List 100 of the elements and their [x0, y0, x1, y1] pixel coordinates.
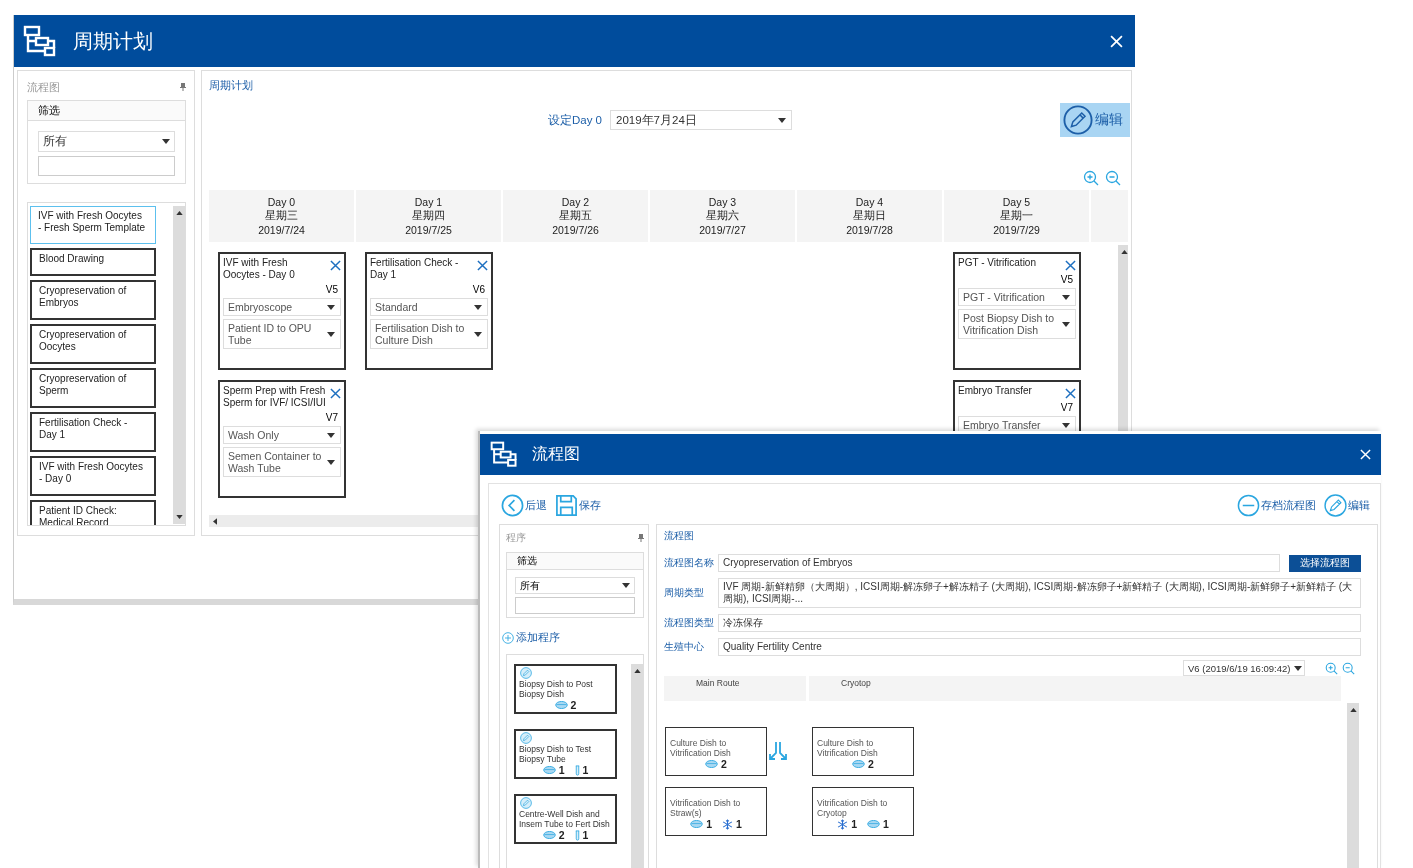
- step-card[interactable]: Culture Dish to Vitrification Dish 2: [665, 727, 767, 776]
- caret-icon: [474, 331, 482, 337]
- split-arrow-icon: [768, 740, 788, 761]
- caret-icon: [778, 117, 786, 123]
- step-select[interactable]: Semen Container to Wash Tube: [223, 447, 341, 477]
- list-item[interactable]: Cryopreservation of Oocytes: [30, 324, 156, 364]
- list-item[interactable]: IVF with Fresh Oocytes - Fresh Sperm Template: [30, 206, 156, 244]
- scrollbar[interactable]: [173, 206, 185, 524]
- count-value: 2: [570, 699, 577, 711]
- dish-icon: [867, 820, 880, 828]
- filter-select[interactable]: 所有: [38, 131, 175, 152]
- date-select[interactable]: 2019年7月24日: [610, 110, 792, 130]
- list-item[interactable]: IVF with Fresh Oocytes - Day 0: [30, 456, 156, 496]
- archive-button[interactable]: 存档流程图: [1237, 493, 1316, 517]
- day-label: Day 2: [561, 196, 590, 208]
- text-field[interactable]: Cryopreservation of Embryos: [718, 554, 1280, 572]
- version-label: V7: [324, 412, 339, 423]
- scroll-down-icon[interactable]: [175, 515, 183, 519]
- day-label: Day 1: [414, 196, 443, 208]
- scroll-up-icon[interactable]: [175, 211, 183, 215]
- step-label: Culture Dish to Vitrification Dish: [817, 738, 879, 758]
- search-field[interactable]: [515, 597, 635, 614]
- zoom-in-icon[interactable]: [1325, 661, 1338, 675]
- step-select[interactable]: Patient ID to OPU Tube: [223, 319, 341, 349]
- version-select[interactable]: V6 (2019/6/19 16:09:42): [1183, 660, 1305, 676]
- program-card[interactable]: Biopsy Dish to Test Biopsy Tube 1 1: [514, 729, 617, 779]
- count-value: 1: [851, 818, 857, 830]
- card-title: PGT - Vitrification: [958, 257, 1036, 269]
- save-button[interactable]: 保存: [555, 493, 601, 517]
- filter-title: 筛选: [28, 101, 185, 121]
- filter-select[interactable]: 所有: [515, 577, 635, 594]
- close-icon[interactable]: [1065, 388, 1076, 399]
- zoom-out-icon[interactable]: [1105, 170, 1121, 186]
- flowchart-icon: [490, 441, 518, 468]
- text-field[interactable]: 冷冻保存: [718, 614, 1361, 632]
- caret-icon: [622, 583, 630, 588]
- test-tube-icon: [574, 764, 580, 776]
- list-item[interactable]: Blood Drawing: [30, 248, 156, 276]
- scroll-up-icon[interactable]: [1120, 250, 1128, 254]
- version-label: V7: [1059, 402, 1074, 413]
- text-field[interactable]: IVF 周期-新鲜精卵（大周期）, ICSI周期-解冻卵子+解冻精子 (大周期), ICSI周期-解冻卵子+新鲜精子 (大周期), ICSI周期-新鲜卵子+新鲜精子 (大周期), ICSI周期-...: [718, 578, 1361, 608]
- edit-button[interactable]: 编辑: [1324, 493, 1370, 517]
- list-item[interactable]: Cryopreservation of Sperm: [30, 368, 156, 408]
- procedure-card[interactable]: PGT - Vitrification V5 PGT - Vitrification Post Biopsy Dish to Vitrification Dish: [953, 252, 1081, 370]
- edit-button[interactable]: 编辑: [1060, 103, 1130, 137]
- close-icon[interactable]: [1065, 260, 1076, 271]
- pencil-icon: [519, 797, 533, 809]
- program-label: Centre-Well Dish and Insem Tube to Fert Dish: [519, 810, 611, 829]
- field-label: 流程图类型: [664, 616, 715, 630]
- zoom-out-icon[interactable]: [1342, 661, 1355, 675]
- step-select[interactable]: Wash Only: [223, 426, 341, 444]
- filter-title: 筛选: [507, 553, 643, 570]
- window-title: 周期计划: [73, 28, 154, 54]
- close-icon[interactable]: [330, 388, 341, 399]
- program-card[interactable]: Biopsy Dish to Post Biopsy Dish 2: [514, 664, 617, 714]
- list-item[interactable]: Fertilisation Check - Day 1: [30, 412, 156, 452]
- text-field[interactable]: Quality Fertility Centre: [718, 638, 1361, 656]
- step-card[interactable]: Vitrification Dish to Cryotop 1 1: [812, 787, 914, 836]
- dish-icon: [554, 701, 568, 709]
- scroll-left-icon[interactable]: [213, 517, 217, 525]
- back-button[interactable]: 后退: [501, 493, 547, 517]
- step-label: Culture Dish to Vitrification Dish: [670, 738, 732, 758]
- weekday-label: 星期五: [559, 209, 592, 223]
- step-select[interactable]: Fertilisation Dish to Culture Dish: [370, 319, 488, 349]
- scrollbar[interactable]: [1347, 703, 1359, 868]
- pin-icon[interactable]: [180, 83, 186, 91]
- step-select[interactable]: Post Biopsy Dish to Vitrification Dish: [958, 309, 1076, 339]
- choose-flowchart-button[interactable]: 选择流程图: [1289, 554, 1361, 572]
- step-select[interactable]: Embryoscope: [223, 298, 341, 316]
- close-icon[interactable]: [477, 260, 488, 271]
- card-title: Embryo Transfer: [958, 385, 1032, 397]
- snowflake-icon: [722, 818, 733, 830]
- weekday-label: 星期日: [853, 209, 886, 223]
- panel-title: 流程图: [27, 79, 60, 95]
- procedure-card[interactable]: Fertilisation Check - Day 1 V6 Standard Fertilisation Dish to Culture Dish: [365, 252, 493, 370]
- scroll-up-icon[interactable]: [1349, 708, 1357, 712]
- search-field[interactable]: [38, 156, 175, 176]
- snowflake-icon: [837, 818, 849, 830]
- flowchart-icon: [23, 25, 57, 57]
- pin-icon[interactable]: [638, 534, 644, 542]
- plus-icon: [502, 631, 514, 644]
- day-label: Day 0: [267, 196, 296, 208]
- program-card[interactable]: Centre-Well Dish and Insem Tube to Fert Dish 2 1: [514, 794, 617, 844]
- program-label: Biopsy Dish to Post Biopsy Dish: [519, 680, 594, 699]
- list-item[interactable]: Cryopreservation of Embryos: [30, 280, 156, 320]
- procedure-card[interactable]: IVF with Fresh Oocytes - Day 0 V5 Embryoscope Patient ID to OPU Tube: [218, 252, 346, 370]
- step-card[interactable]: Vitrification Dish to Straw(s) 1 1: [665, 787, 767, 836]
- scroll-up-icon[interactable]: [633, 669, 641, 673]
- dish-icon: [542, 766, 556, 774]
- card-title: IVF with Fresh Oocytes - Day 0: [223, 257, 296, 281]
- day-label: Day 4: [855, 196, 884, 208]
- step-card[interactable]: Culture Dish to Vitrification Dish 2: [812, 727, 914, 776]
- step-select[interactable]: PGT - Vitrification: [958, 288, 1076, 306]
- add-program-button[interactable]: 添加程序: [502, 630, 560, 645]
- pencil-icon: [1324, 493, 1347, 517]
- step-select[interactable]: Standard: [370, 298, 488, 316]
- procedure-card[interactable]: Sperm Prep with Fresh Sperm for IVF/ ICSI/IUI V7 Wash Only Semen Container to Wash Tube: [218, 380, 346, 498]
- date-label: 2019/7/29: [993, 224, 1040, 236]
- close-icon[interactable]: [330, 260, 341, 271]
- zoom-in-icon[interactable]: [1083, 170, 1099, 186]
